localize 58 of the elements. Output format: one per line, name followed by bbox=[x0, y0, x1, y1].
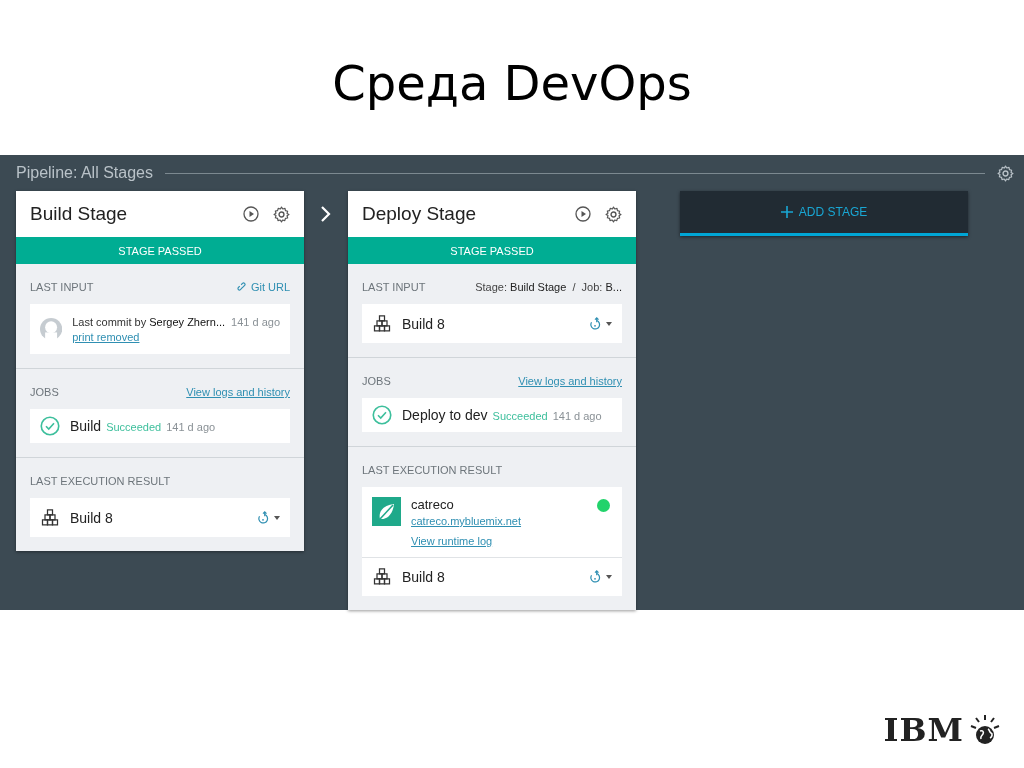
stage-title: Deploy Stage bbox=[362, 203, 478, 225]
section-label: LAST INPUT bbox=[30, 281, 94, 293]
app-name: catreco bbox=[411, 497, 455, 512]
stage-status-bar: STAGE PASSED bbox=[16, 237, 304, 264]
app-url-link[interactable]: catreco.mybluemix.net bbox=[411, 515, 522, 527]
caret-icon bbox=[606, 321, 612, 326]
section-label: LAST EXECUTION RESULT bbox=[362, 464, 503, 476]
commit-message-link[interactable]: print removed bbox=[72, 330, 280, 343]
redeploy-icon bbox=[256, 510, 270, 525]
logo: IBM bbox=[883, 714, 964, 746]
build-name: Build 8 bbox=[70, 509, 113, 526]
section-label: JOBS bbox=[362, 375, 391, 387]
check-circle-icon bbox=[40, 416, 60, 436]
pipeline-title: Pipeline: All Stages bbox=[16, 164, 153, 182]
settings-icon[interactable] bbox=[273, 205, 290, 223]
redeploy-icon bbox=[588, 316, 602, 331]
runtime-log-link[interactable]: View runtime log bbox=[411, 535, 522, 547]
job-result: Succeeded bbox=[492, 410, 548, 422]
view-logs-link[interactable]: View logs and history bbox=[186, 386, 290, 398]
redeploy-dropdown[interactable] bbox=[588, 570, 612, 584]
play-icon[interactable] bbox=[243, 206, 259, 222]
redeploy-icon bbox=[588, 570, 602, 584]
job-result: Succeeded bbox=[106, 421, 162, 433]
stacked-blocks-icon bbox=[372, 567, 392, 587]
plus-icon bbox=[780, 206, 793, 218]
play-icon[interactable] bbox=[575, 206, 591, 222]
job-time: 141 d ago bbox=[552, 410, 602, 422]
redeploy-dropdown[interactable] bbox=[256, 510, 280, 525]
commit-time: 141 d ago bbox=[231, 315, 280, 328]
job-name: Build bbox=[70, 418, 102, 434]
stacked-blocks-icon bbox=[372, 313, 392, 334]
slide-title: Среда DevOps bbox=[332, 54, 692, 111]
section-label: LAST EXECUTION RESULT bbox=[30, 475, 171, 487]
section-label: JOBS bbox=[30, 386, 59, 398]
leaf-app-icon bbox=[372, 497, 401, 526]
input-source: Stage: Build Stage / Job: B... bbox=[475, 281, 622, 293]
redeploy-dropdown[interactable] bbox=[588, 316, 612, 331]
build-name: Build 8 bbox=[402, 315, 445, 332]
commit-text: Last commit by Sergey Zhern... bbox=[72, 315, 226, 328]
stacked-blocks-icon bbox=[40, 507, 60, 528]
settings-icon[interactable] bbox=[605, 205, 622, 223]
link-icon bbox=[236, 281, 248, 293]
settings-icon[interactable] bbox=[997, 164, 1014, 182]
add-stage-button[interactable]: ADD STAGE bbox=[680, 191, 968, 236]
job-time: 141 d ago bbox=[166, 421, 216, 433]
stage-title: Build Stage bbox=[30, 203, 129, 225]
view-logs-link[interactable]: View logs and history bbox=[518, 375, 622, 387]
stage-status-bar: STAGE PASSED bbox=[348, 237, 636, 264]
git-url-link[interactable]: Git URL bbox=[236, 281, 290, 293]
job-name: Deploy to dev bbox=[402, 407, 488, 423]
caret-icon bbox=[606, 575, 612, 579]
globe-icon bbox=[970, 714, 1000, 746]
build-name: Build 8 bbox=[402, 569, 445, 585]
caret-icon bbox=[274, 515, 280, 520]
section-label: LAST INPUT bbox=[362, 281, 426, 293]
chevron-right-icon bbox=[320, 205, 332, 223]
check-circle-icon bbox=[372, 405, 392, 425]
avatar-icon bbox=[40, 316, 63, 342]
